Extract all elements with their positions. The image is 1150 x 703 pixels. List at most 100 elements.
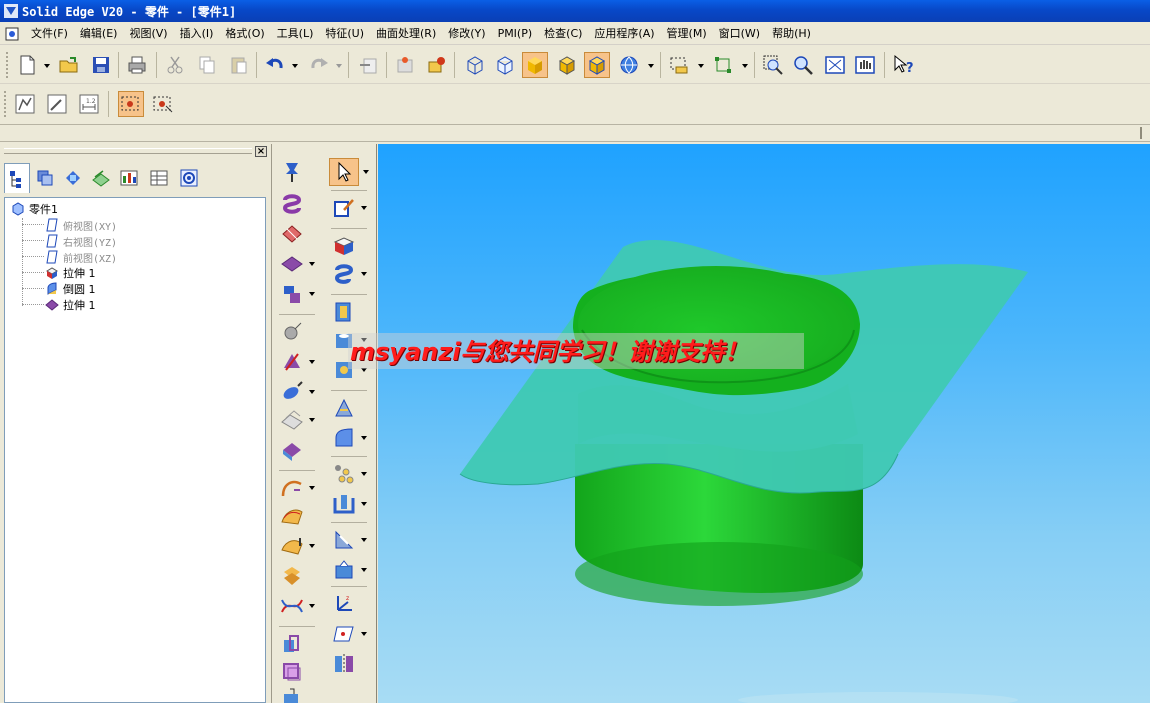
- toolbar-grip[interactable]: [6, 52, 9, 78]
- menu-surfacing[interactable]: 曲面处理(R): [370, 24, 442, 44]
- menu-pmi[interactable]: PMI(P): [492, 24, 539, 44]
- menu-format[interactable]: 格式(O): [219, 24, 270, 44]
- revolved-protrusion-button[interactable]: [329, 260, 359, 288]
- chevron-down-icon[interactable]: [309, 486, 315, 490]
- tab-family-members[interactable]: [146, 165, 172, 191]
- tab-feature-playback[interactable]: [176, 165, 202, 191]
- material-button[interactable]: [424, 52, 450, 78]
- tab-feature-pathfinder[interactable]: [4, 163, 30, 193]
- chevron-down-icon[interactable]: [309, 292, 315, 296]
- tab-sensors[interactable]: [116, 165, 142, 191]
- paste-button[interactable]: [226, 52, 252, 78]
- chevron-down-icon[interactable]: [361, 632, 367, 636]
- menu-help[interactable]: 帮助(H): [766, 24, 817, 44]
- chevron-down-icon[interactable]: [361, 436, 367, 440]
- reference-plane-button[interactable]: [329, 620, 359, 648]
- print-button[interactable]: [124, 52, 150, 78]
- select-tool-button[interactable]: [329, 158, 359, 186]
- chevron-down-icon[interactable]: [44, 64, 50, 68]
- menu-view[interactable]: 视图(V): [123, 24, 173, 44]
- menu-file[interactable]: 文件(F): [25, 24, 74, 44]
- cutout-button[interactable]: [329, 298, 359, 326]
- select-tool-options-button[interactable]: [666, 52, 692, 78]
- tree-item-right-plane[interactable]: 右视图(YZ): [45, 233, 117, 249]
- menu-manage[interactable]: 管理(M): [661, 24, 713, 44]
- sketch-tool-button[interactable]: [329, 194, 359, 222]
- chevron-down-icon[interactable]: [336, 64, 342, 68]
- loft-feature-button[interactable]: [277, 220, 307, 248]
- split-surface-button[interactable]: [277, 348, 307, 376]
- grid-options-button[interactable]: [710, 52, 736, 78]
- tree-root-part[interactable]: 零件1: [11, 201, 58, 217]
- chevron-down-icon[interactable]: [361, 206, 367, 210]
- tree-item-extrude-1[interactable]: 拉伸 1: [45, 265, 96, 281]
- menu-features[interactable]: 特征(U): [319, 24, 370, 44]
- sketch-button[interactable]: [356, 52, 382, 78]
- rib-button[interactable]: [329, 526, 359, 554]
- coordinate-system-button[interactable]: z: [329, 590, 359, 618]
- extrude-surface-button[interactable]: [277, 250, 307, 278]
- chevron-down-icon[interactable]: [361, 272, 367, 276]
- panel-close-button[interactable]: ×: [255, 146, 267, 157]
- thin-wall-button[interactable]: [329, 490, 359, 518]
- tree-item-front-plane[interactable]: 前视图(XZ): [45, 249, 117, 265]
- document-icon[interactable]: [5, 27, 19, 41]
- select-mode-button[interactable]: [118, 91, 144, 117]
- fillet-button[interactable]: [392, 52, 418, 78]
- point-button[interactable]: [277, 318, 307, 346]
- chevron-down-icon[interactable]: [292, 64, 298, 68]
- dimension-view-button[interactable]: 1.2: [76, 91, 102, 117]
- 3d-viewport[interactable]: [378, 144, 1150, 703]
- undo-button[interactable]: [262, 52, 288, 78]
- zoom-button[interactable]: [790, 52, 816, 78]
- chevron-down-icon[interactable]: [309, 604, 315, 608]
- cross-curve-button[interactable]: [277, 592, 307, 620]
- menu-insert[interactable]: 插入(I): [174, 24, 220, 44]
- panel-header[interactable]: [0, 144, 272, 158]
- tree-item-top-plane[interactable]: 俯视图(XY): [45, 217, 117, 233]
- curve-button[interactable]: [277, 474, 307, 502]
- solid-edge-app-icon[interactable]: [4, 4, 18, 18]
- chevron-down-icon[interactable]: [361, 538, 367, 542]
- web-network-button[interactable]: [329, 556, 359, 584]
- chevron-down-icon[interactable]: [361, 472, 367, 476]
- swept-surface-button[interactable]: [277, 280, 307, 308]
- shaded-view-button[interactable]: [522, 52, 548, 78]
- chevron-down-icon[interactable]: [309, 360, 315, 364]
- save-button[interactable]: [88, 52, 114, 78]
- chevron-down-icon[interactable]: [698, 64, 704, 68]
- pushpin-feature-button[interactable]: [277, 158, 307, 186]
- derived-curve-button[interactable]: [277, 658, 307, 686]
- draft-button[interactable]: [329, 394, 359, 422]
- tab-layers[interactable]: [32, 165, 58, 191]
- mirror-button[interactable]: [329, 650, 359, 678]
- fit-button[interactable]: [822, 52, 848, 78]
- menu-inspect[interactable]: 检查(C): [538, 24, 588, 44]
- chevron-down-icon[interactable]: [363, 170, 369, 174]
- wireframe-view-button[interactable]: [462, 52, 488, 78]
- split-curve-button[interactable]: [277, 684, 307, 703]
- boundary-surface-button[interactable]: [277, 532, 307, 560]
- protrusion-button[interactable]: [329, 232, 359, 260]
- chevron-down-icon[interactable]: [648, 64, 654, 68]
- thicken-button[interactable]: [277, 436, 307, 464]
- tab-features[interactable]: [60, 165, 86, 191]
- chevron-down-icon[interactable]: [309, 418, 315, 422]
- zoom-area-button[interactable]: [760, 52, 786, 78]
- whats-this-button[interactable]: ?: [890, 52, 916, 78]
- shaded-edges-button[interactable]: [554, 52, 580, 78]
- project-curve-button[interactable]: [277, 630, 307, 658]
- bluesurf-button[interactable]: [277, 502, 307, 530]
- part-view-button[interactable]: [12, 91, 38, 117]
- offset-surface-button[interactable]: [277, 378, 307, 406]
- quickpick-button[interactable]: [150, 91, 176, 117]
- chevron-down-icon[interactable]: [309, 390, 315, 394]
- chevron-down-icon[interactable]: [742, 64, 748, 68]
- chevron-down-icon[interactable]: [361, 568, 367, 572]
- shaded-visible-edges-button[interactable]: [584, 52, 610, 78]
- menu-edit[interactable]: 编辑(E): [74, 24, 124, 44]
- cut-button[interactable]: [162, 52, 188, 78]
- menu-applications[interactable]: 应用程序(A): [588, 24, 660, 44]
- new-button[interactable]: [14, 52, 40, 78]
- round-button[interactable]: [329, 424, 359, 452]
